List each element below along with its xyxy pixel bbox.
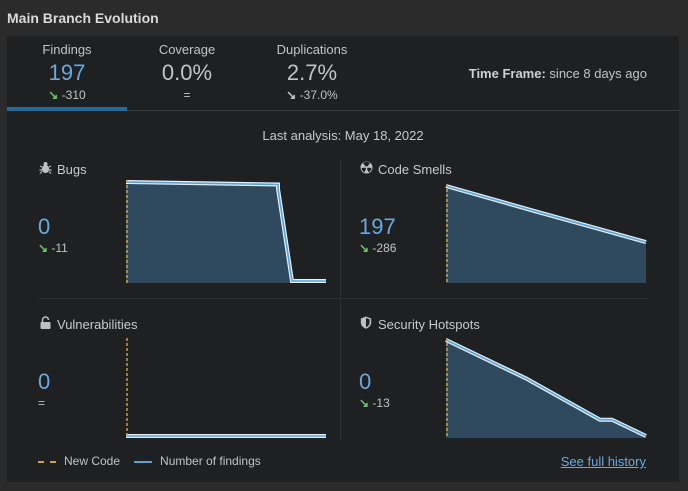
findings-legend-label: Number of findings — [160, 454, 261, 468]
radiation-icon — [359, 161, 373, 177]
bug-icon — [38, 161, 52, 177]
security-hotspots-delta: ↘ -13 — [359, 396, 390, 410]
security-hotspots-label[interactable]: Security Hotspots — [378, 317, 480, 332]
chart-legend: New Code Number of findings — [38, 454, 261, 468]
tab-findings-delta: ↘ -310 — [48, 88, 86, 102]
new-code-legend-label: New Code — [64, 454, 121, 468]
lock-icon — [38, 316, 52, 332]
trend-down-icon: ↘ — [359, 241, 370, 255]
tab-coverage[interactable]: Coverage 0.0% = — [127, 36, 247, 110]
code-smells-delta: ↘ -286 — [359, 241, 397, 255]
findings-legend-marker — [134, 460, 153, 463]
divider — [340, 159, 341, 441]
tab-coverage-label: Coverage — [158, 42, 216, 57]
trend-down-icon: ↘ — [38, 241, 49, 255]
tab-findings-value: 197 — [48, 60, 86, 85]
bugs-chart — [125, 180, 326, 283]
tab-duplications-value: 2.7% — [286, 60, 338, 85]
tab-coverage-delta: = — [183, 88, 191, 102]
security-hotspots-chart — [445, 338, 647, 438]
bugs-count[interactable]: 0 — [38, 214, 50, 240]
page-title: Main Branch Evolution — [7, 10, 159, 26]
measure-tabs: Findings 197 ↘ -310 Coverage 0.0% = Dupl… — [7, 36, 679, 111]
tab-duplications-label: Duplications — [276, 42, 348, 57]
divider — [38, 298, 648, 299]
time-frame: Time Frame: since 8 days ago — [468, 66, 647, 81]
last-analysis: Last analysis: May 18, 2022 — [262, 128, 424, 143]
tab-duplications-delta: ↘ -37.0% — [286, 88, 338, 102]
trend-down-icon: ↘ — [359, 396, 370, 410]
vulnerabilities-delta: = — [38, 396, 46, 410]
security-hotspots-count[interactable]: 0 — [359, 369, 371, 395]
see-full-history-link[interactable]: See full history — [561, 454, 646, 469]
bugs-label[interactable]: Bugs — [57, 162, 87, 177]
evolution-panel: Findings 197 ↘ -310 Coverage 0.0% = Dupl… — [7, 36, 679, 482]
tab-selected-indicator — [7, 107, 127, 111]
tab-findings-label: Findings — [42, 42, 92, 57]
vulnerabilities-count[interactable]: 0 — [38, 369, 50, 395]
trend-down-icon: ↘ — [48, 88, 59, 102]
code-smells-count[interactable]: 197 — [359, 214, 396, 240]
findings-area — [126, 182, 326, 283]
new-code-legend-marker — [38, 460, 56, 463]
tab-findings[interactable]: Findings 197 ↘ -310 — [7, 36, 127, 111]
trend-down-icon: ↘ — [286, 88, 297, 102]
code-smells-chart — [445, 184, 647, 283]
shield-icon — [359, 316, 373, 332]
tab-coverage-value: 0.0% — [161, 60, 213, 85]
vulnerabilities-chart — [126, 338, 326, 438]
vulnerabilities-label[interactable]: Vulnerabilities — [57, 317, 137, 332]
code-smells-label[interactable]: Code Smells — [378, 162, 452, 177]
bugs-delta: ↘ -11 — [38, 241, 68, 255]
tab-duplications[interactable]: Duplications 2.7% ↘ -37.0% — [247, 36, 377, 110]
